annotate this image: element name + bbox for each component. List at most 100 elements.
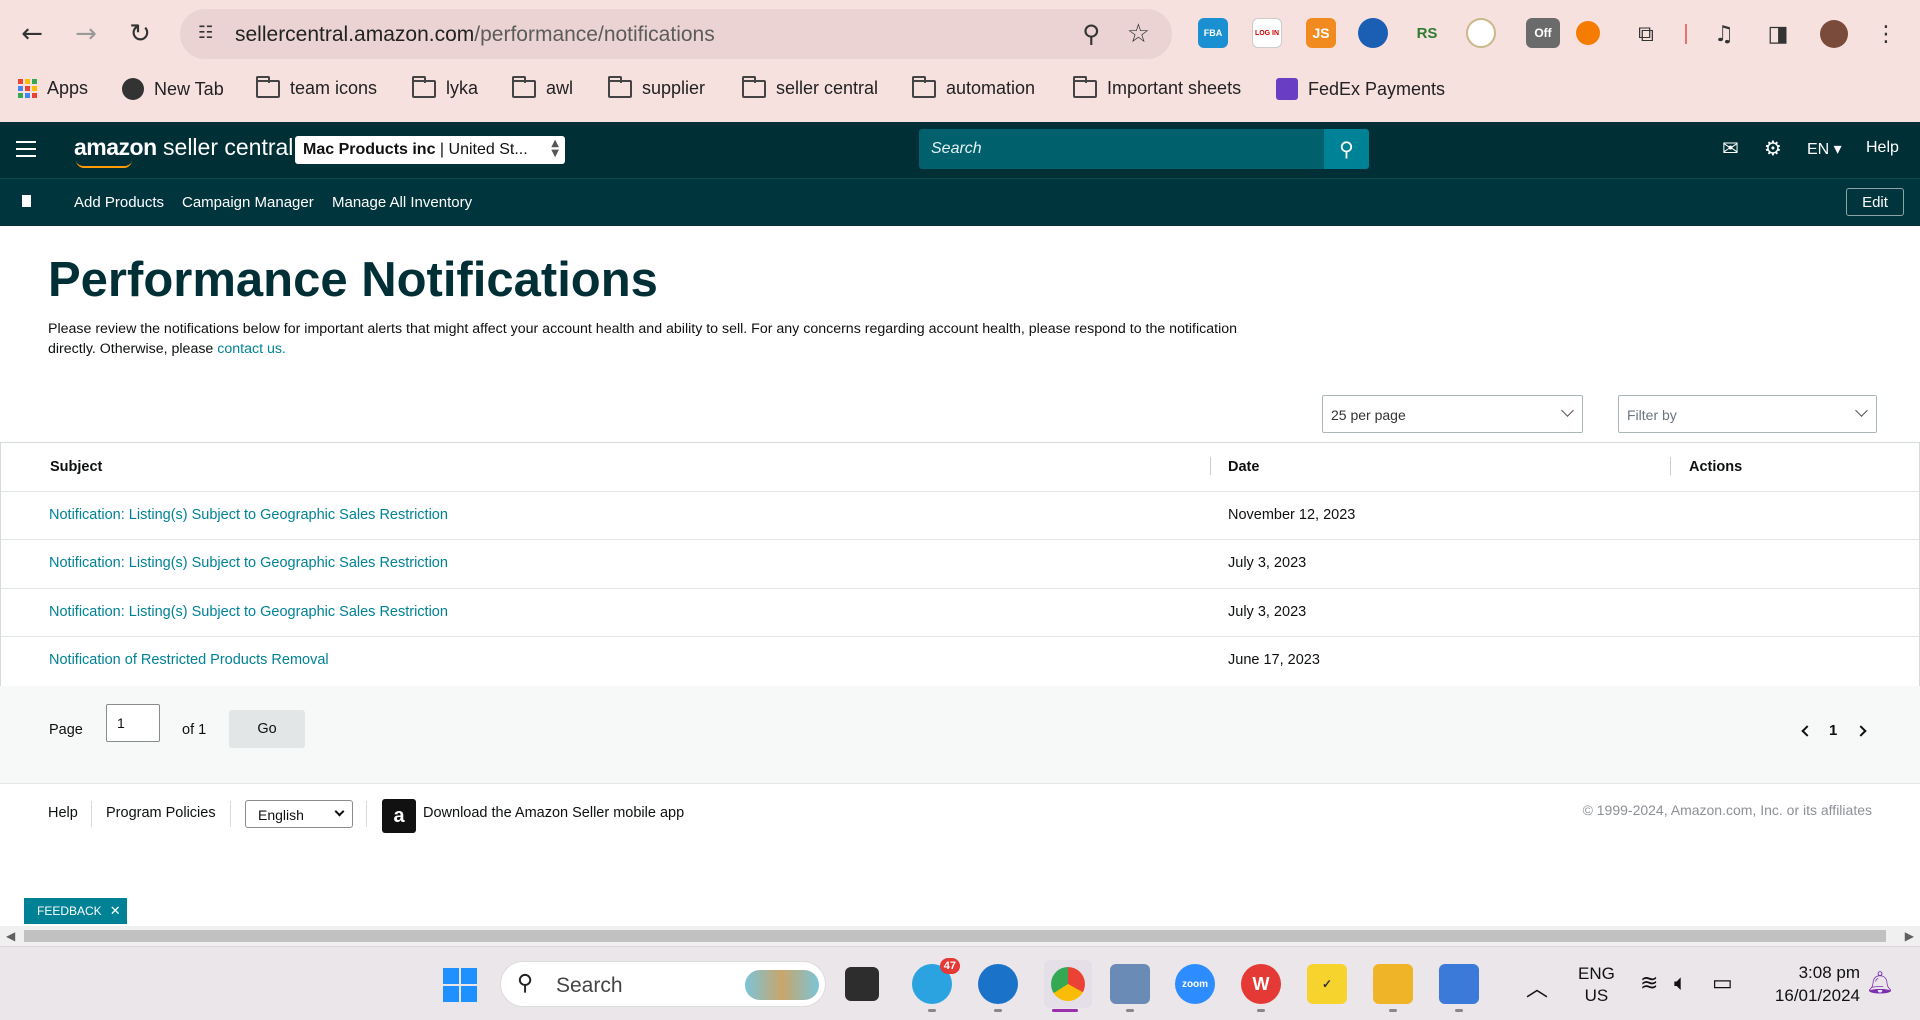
input-language-indicator[interactable]: ENG US: [1578, 963, 1615, 1007]
menu-kebab-icon[interactable]: ⋮: [1868, 16, 1904, 52]
campaign-manager-link[interactable]: Campaign Manager: [182, 194, 314, 211]
bookmark-fedex-payments[interactable]: FedEx Payments: [1276, 78, 1445, 100]
edit-button[interactable]: Edit: [1846, 188, 1904, 216]
previous-page-icon[interactable]: [1801, 725, 1813, 737]
bookmark-automation[interactable]: automation: [912, 75, 1035, 99]
show-hidden-icons-icon[interactable]: ︿: [1526, 971, 1548, 1003]
bookmark-star-icon[interactable]: ☆: [1127, 19, 1150, 49]
program-policies-link[interactable]: Program Policies: [106, 805, 216, 821]
bookmark-new-tab[interactable]: New Tab: [122, 78, 224, 100]
calculator-icon[interactable]: [1110, 964, 1150, 1004]
notification-subject-link[interactable]: Notification: Listing(s) Subject to Geog…: [49, 507, 448, 523]
chrome-icon[interactable]: [1044, 960, 1092, 1008]
notification-subject-link[interactable]: Notification: Listing(s) Subject to Geog…: [49, 555, 448, 571]
taskbar-search[interactable]: ⚲ Search: [500, 961, 826, 1007]
filter-dropdown[interactable]: Filter by: [1618, 395, 1877, 433]
settings-gear-icon[interactable]: ⚙: [1764, 136, 1782, 160]
sticky-notes-icon[interactable]: ✓: [1307, 964, 1347, 1004]
add-products-link[interactable]: Add Products: [74, 194, 164, 211]
next-page-icon[interactable]: [1855, 725, 1867, 737]
page-label: Page: [49, 722, 83, 738]
profile-avatar[interactable]: [1820, 20, 1848, 48]
column-header-date[interactable]: Date: [1228, 459, 1259, 475]
scroll-left-icon[interactable]: ◀: [6, 929, 15, 943]
amazon-seller-central-logo[interactable]: amazon seller central: [74, 134, 293, 168]
clock[interactable]: 3:08 pm 16/01/2024: [1760, 961, 1860, 1007]
help-link[interactable]: Help: [1866, 139, 1899, 157]
fba-extension-icon[interactable]: FBA: [1198, 18, 1228, 48]
task-view-icon[interactable]: [845, 967, 879, 1001]
wifi-icon[interactable]: ≋: [1640, 971, 1658, 996]
manage-all-inventory-link[interactable]: Manage All Inventory: [332, 194, 472, 211]
zoom-app-icon[interactable]: zoom: [1175, 964, 1215, 1004]
reload-icon[interactable]: ↻: [122, 16, 158, 52]
hamburger-menu-icon[interactable]: [16, 141, 36, 157]
language-selector[interactable]: EN ▾: [1807, 139, 1842, 159]
app-active-indicator: [1052, 1009, 1078, 1012]
shortcut-nav: Add Products Campaign Manager Manage All…: [0, 178, 1920, 226]
column-divider: [1670, 457, 1671, 475]
battery-icon[interactable]: ▭: [1712, 971, 1733, 996]
fedex-icon: [1276, 78, 1298, 100]
toolbar-divider: [1685, 24, 1687, 44]
scrollbar-thumb[interactable]: [24, 930, 1886, 942]
bookmark-seller-central[interactable]: seller central: [742, 75, 878, 99]
back-icon[interactable]: ←: [14, 16, 50, 52]
horizontal-scrollbar[interactable]: ◀ ▶: [0, 926, 1920, 946]
forward-icon[interactable]: →: [68, 16, 104, 52]
current-page-number[interactable]: 1: [1829, 722, 1837, 739]
rs-extension-icon[interactable]: RS: [1412, 18, 1442, 48]
site-info-icon[interactable]: ☷: [198, 23, 220, 45]
amazon-app-icon[interactable]: a: [382, 799, 416, 833]
bookmark-important-sheets[interactable]: Important sheets: [1073, 75, 1241, 99]
notification-subject-link[interactable]: Notification of Restricted Products Remo…: [49, 652, 329, 668]
feedback-tab[interactable]: FEEDBACK ✕: [24, 898, 127, 924]
page-number-input[interactable]: [106, 704, 160, 742]
blue-extension-icon[interactable]: [1358, 18, 1388, 48]
address-bar[interactable]: ☷ sellercentral.amazon.com/performance/n…: [180, 9, 1172, 59]
volume-icon[interactable]: 🔈︎: [1674, 971, 1687, 996]
side-panel-icon[interactable]: ◨: [1760, 16, 1796, 52]
download-app-link[interactable]: Download the Amazon Seller mobile app: [423, 805, 684, 821]
off-badge-extension-icon[interactable]: Off: [1526, 18, 1560, 48]
zoom-icon[interactable]: ⚲: [1082, 20, 1100, 48]
per-page-dropdown[interactable]: 25 per page: [1322, 395, 1583, 433]
edge-icon[interactable]: [978, 964, 1018, 1004]
notification-bell-icon[interactable]: 🔔︎: [1866, 971, 1894, 996]
notepad-icon[interactable]: [1439, 964, 1479, 1004]
login-extension-icon[interactable]: LOG IN: [1252, 18, 1282, 48]
extension-icon[interactable]: [1466, 18, 1496, 48]
bookmark-icon[interactable]: [22, 195, 31, 211]
windows-start-icon[interactable]: [443, 968, 477, 1002]
footer-divider: [366, 801, 367, 827]
folder-icon: [412, 75, 436, 98]
search-button[interactable]: ⚲: [1324, 129, 1369, 169]
bookmark-lyka[interactable]: lyka: [412, 75, 478, 99]
file-explorer-icon[interactable]: [1373, 964, 1413, 1004]
js-extension-icon[interactable]: JS: [1306, 18, 1336, 48]
column-header-subject[interactable]: Subject: [50, 459, 102, 475]
mail-icon[interactable]: ✉: [1722, 136, 1739, 160]
footer-help-link[interactable]: Help: [48, 805, 78, 821]
telegram-icon[interactable]: 47: [912, 958, 960, 1004]
bookmark-supplier[interactable]: supplier: [608, 75, 705, 99]
scroll-right-icon[interactable]: ▶: [1905, 929, 1914, 943]
extensions-puzzle-icon[interactable]: ⧉: [1628, 16, 1664, 52]
account-switcher[interactable]: Mac Products inc | United St... ▲ ▼: [295, 136, 565, 164]
search-input[interactable]: [919, 129, 1324, 169]
bookmark-apps[interactable]: Apps: [18, 78, 88, 99]
notification-subject-link[interactable]: Notification: Listing(s) Subject to Geog…: [49, 604, 448, 620]
close-icon[interactable]: ✕: [110, 903, 121, 919]
footer-language-select[interactable]: English: [245, 800, 353, 828]
orange-extension-icon[interactable]: [1576, 21, 1600, 45]
url-text[interactable]: sellercentral.amazon.com/performance/not…: [235, 23, 715, 47]
bookmark-team-icons[interactable]: team icons: [256, 75, 377, 99]
notification-date: November 12, 2023: [1228, 506, 1356, 523]
go-button[interactable]: Go: [229, 710, 305, 748]
media-control-icon[interactable]: ♫: [1706, 16, 1742, 52]
contact-us-link[interactable]: contact us.: [217, 341, 286, 357]
updown-arrows-icon: ▲ ▼: [551, 138, 559, 159]
bookmark-awl[interactable]: awl: [512, 75, 573, 99]
wps-office-icon[interactable]: W: [1241, 964, 1281, 1004]
folder-icon: [1073, 75, 1097, 98]
